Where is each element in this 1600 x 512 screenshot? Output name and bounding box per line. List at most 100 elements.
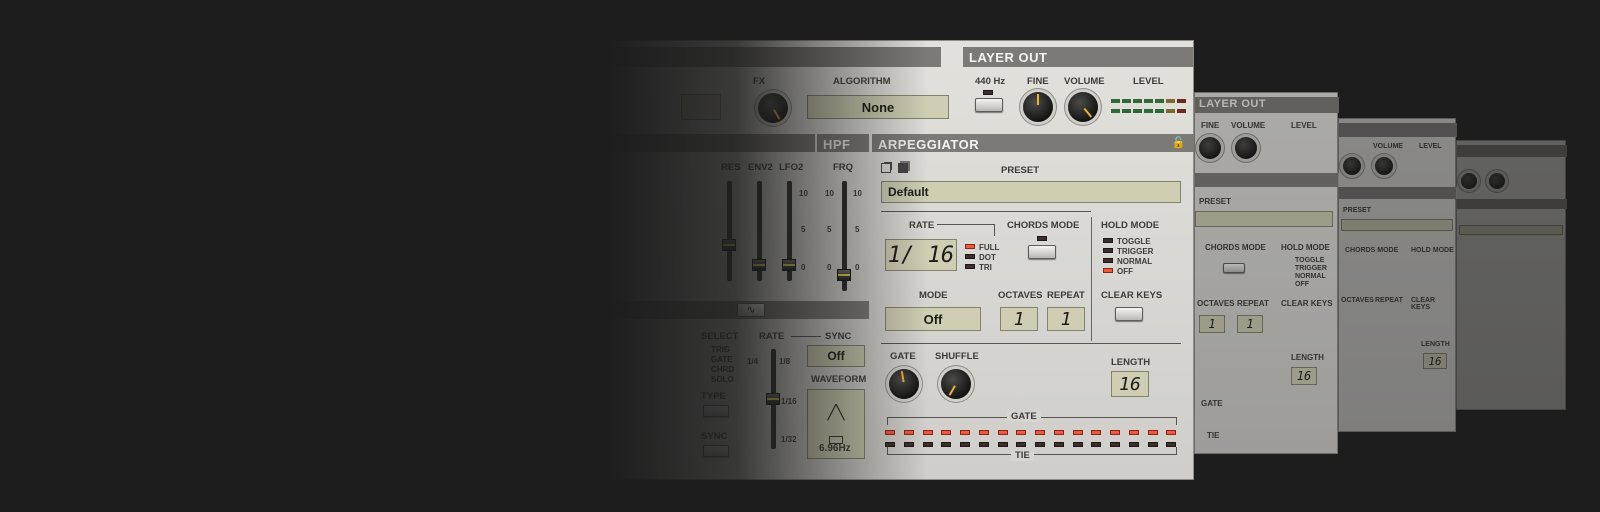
gate-step-button[interactable]: [1069, 427, 1087, 437]
lfo-select-gate[interactable]: GATE: [711, 355, 733, 364]
mode-display[interactable]: Off: [885, 307, 981, 331]
tie-step-led: [885, 441, 895, 447]
ghost2-volume: VOLUME: [1373, 143, 1403, 150]
gate-step-led: [1035, 429, 1045, 435]
gate-step-button[interactable]: [1162, 427, 1180, 437]
gate-step-button[interactable]: [1031, 427, 1049, 437]
gate-knob[interactable]: [889, 369, 919, 399]
hold-mode-label: HOLD MODE: [1101, 220, 1160, 231]
ghost1-clear: CLEAR KEYS: [1281, 299, 1333, 308]
ghost2-level: LEVEL: [1419, 143, 1442, 150]
ghost2-knob-2: [1375, 157, 1393, 175]
rate-tri-label[interactable]: TRI: [979, 263, 992, 272]
filter-scale-mid: 5: [801, 225, 806, 234]
volume-label: VOLUME: [1064, 76, 1105, 87]
tie-step-led: [1110, 441, 1120, 447]
filter-scale-bot: 0: [801, 263, 806, 272]
tie-step-led: [1166, 441, 1177, 447]
res-slider[interactable]: [722, 239, 736, 251]
gate-step-button[interactable]: [956, 427, 974, 437]
lfo-select-label: SELECT: [701, 331, 739, 342]
tie-row-label: TIE: [1011, 450, 1034, 461]
rate-full-label[interactable]: FULL: [979, 243, 999, 252]
length-display[interactable]: 16: [1111, 371, 1149, 397]
lfo-rate-label: RATE: [759, 331, 785, 342]
waveform-triangle-icon: ╱╲: [827, 404, 845, 421]
gate-step-button[interactable]: [1087, 427, 1105, 437]
algorithm-display[interactable]: None: [807, 95, 949, 119]
repeat-display[interactable]: 1: [1047, 307, 1085, 331]
fine-knob[interactable]: [1023, 92, 1053, 122]
hold-trigger-label[interactable]: TRIGGER: [1117, 247, 1153, 256]
gate-step-button[interactable]: [937, 427, 955, 437]
ghost1-normal: NORMAL: [1295, 273, 1326, 280]
gate-step-led: [922, 429, 933, 435]
volume-knob[interactable]: [1068, 92, 1098, 122]
gate-step-button[interactable]: [1012, 427, 1030, 437]
gate-step-button[interactable]: [975, 427, 993, 437]
fx-knob[interactable]: [758, 93, 788, 123]
clear-keys-button[interactable]: [1115, 307, 1143, 321]
lfo-select-chrd[interactable]: CHRD: [711, 365, 734, 374]
lfo-sync-display[interactable]: Off: [807, 345, 865, 367]
gate-step-button[interactable]: [900, 427, 918, 437]
lfo-select-trig[interactable]: TRIG: [711, 345, 730, 354]
rate-dot-label[interactable]: DOT: [979, 253, 996, 262]
ghost1-preset: PRESET: [1199, 197, 1232, 206]
lfo-sync-button[interactable]: [703, 445, 729, 457]
lfo2-slider[interactable]: [782, 259, 796, 271]
tune-label: 440 Hz: [975, 76, 1006, 87]
lfo-rate-slider[interactable]: [766, 393, 780, 405]
hold-off-label[interactable]: OFF: [1117, 267, 1133, 276]
gate-step-button[interactable]: [994, 427, 1012, 437]
preset-display[interactable]: Default: [881, 181, 1181, 203]
gate-step-button[interactable]: [1050, 427, 1068, 437]
tie-step-led: [1053, 441, 1064, 447]
gate-step-button[interactable]: [919, 427, 937, 437]
rate-full-led: [965, 244, 975, 249]
level-label: LEVEL: [1133, 76, 1164, 87]
gate-row-label: GATE: [1007, 411, 1041, 422]
hpf-slider[interactable]: [837, 269, 851, 281]
hpf-scale-right-bot: 0: [855, 263, 860, 272]
tie-step-led: [997, 441, 1008, 447]
gate-step-button[interactable]: [1125, 427, 1143, 437]
octaves-display[interactable]: 1: [1000, 307, 1038, 331]
level-meter: [1111, 99, 1189, 117]
arp-header: ARPEGGIATOR 🔓: [872, 134, 1194, 152]
ghost2-knob-1: [1343, 157, 1361, 175]
chords-mode-button[interactable]: [1028, 245, 1056, 259]
gate-step-led: [1110, 429, 1120, 435]
tie-step-led: [960, 441, 970, 447]
res-slider-track[interactable]: [727, 181, 732, 281]
gate-step-led: [1147, 429, 1158, 435]
hpf-header: HPF: [817, 134, 869, 152]
ghost2-chords: CHORDS MODE: [1345, 247, 1399, 254]
gate-step-button[interactable]: [1106, 427, 1124, 437]
step-sequencer: [881, 427, 1181, 449]
ghost2-arp-header: [1339, 187, 1457, 199]
copy-icon[interactable]: [881, 163, 891, 173]
lfo-wave-button[interactable]: ∿: [737, 303, 765, 317]
lfo-type-button[interactable]: [703, 405, 729, 417]
ghost3-arp-header: [1457, 199, 1567, 209]
rate-display[interactable]: 1/ 16: [885, 239, 957, 271]
ghost1-length: LENGTH: [1291, 353, 1324, 362]
shuffle-knob[interactable]: [941, 369, 971, 399]
tie-step-led: [922, 441, 933, 447]
filter-scale-top: 10: [799, 189, 808, 198]
ghost1-gate: GATE: [1201, 399, 1223, 408]
lock-icon[interactable]: 🔓: [1172, 136, 1186, 149]
ghost1-trigger: TRIGGER: [1295, 265, 1327, 272]
paste-icon[interactable]: [898, 163, 908, 173]
lfo-rate-divider: [791, 336, 821, 337]
hold-toggle-label[interactable]: TOGGLE: [1117, 237, 1151, 246]
env2-slider[interactable]: [752, 259, 766, 271]
hold-normal-label[interactable]: NORMAL: [1117, 257, 1152, 266]
gate-step-button[interactable]: [1144, 427, 1162, 437]
tune-button[interactable]: [975, 98, 1003, 112]
lfo-select-solo[interactable]: SOLO: [711, 375, 734, 384]
lfo-waveform-label: WAVEFORM: [811, 374, 867, 385]
gate-step-button[interactable]: [881, 427, 899, 437]
ghost1-level: LEVEL: [1291, 121, 1317, 130]
